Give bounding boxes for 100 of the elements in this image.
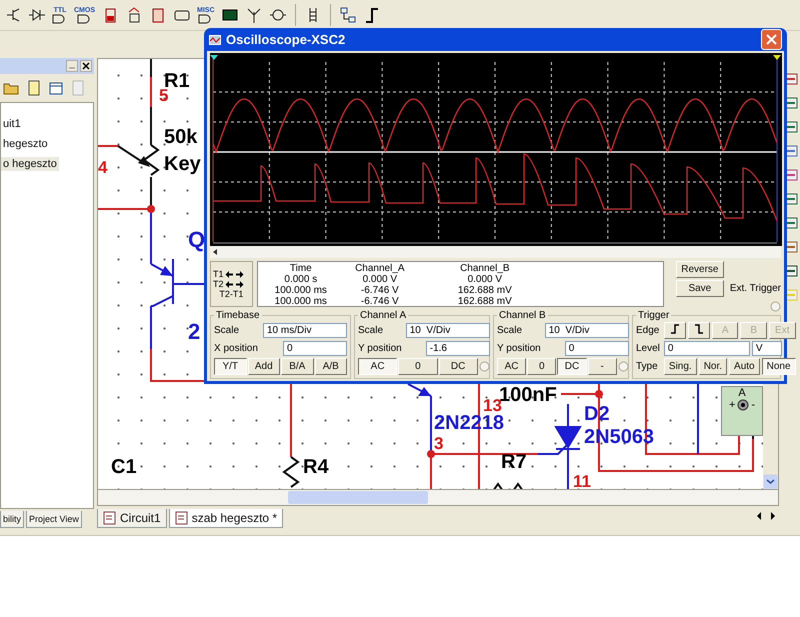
coupling-button[interactable]: AC xyxy=(358,358,398,374)
scale-field[interactable]: 10 ms/Div xyxy=(263,322,347,338)
table-cell-text: 162.688 mV xyxy=(456,296,513,307)
panel-tab[interactable]: bility xyxy=(0,511,24,528)
falling-edge-icon xyxy=(692,322,705,334)
component-label: R7 xyxy=(501,452,527,472)
coupling-button[interactable]: 0 xyxy=(398,358,438,374)
column-header: Channel_B xyxy=(459,263,511,274)
type-button[interactable]: None xyxy=(762,358,796,374)
cursor-marker-icon[interactable] xyxy=(773,55,781,60)
component-label: 5 xyxy=(159,87,168,104)
component-label: 13 xyxy=(483,397,502,414)
component-label: Key xyxy=(164,154,201,174)
reverse-button[interactable]: Reverse xyxy=(676,261,724,278)
component-label: Q xyxy=(188,229,206,251)
scrollbar[interactable] xyxy=(210,246,781,258)
junction-dot xyxy=(147,205,155,213)
type-button[interactable]: Sing. xyxy=(664,358,697,374)
antenna-icon[interactable] xyxy=(244,6,262,24)
transistor-icon[interactable] xyxy=(4,6,22,24)
diode-symbol xyxy=(554,426,582,450)
table-cell-text: 100.000 ms xyxy=(274,285,328,296)
folder-icon[interactable] xyxy=(3,81,19,95)
coupling-button[interactable]: AC xyxy=(497,358,526,374)
component-label: 11 xyxy=(573,473,591,489)
type-button[interactable]: Auto xyxy=(729,358,760,374)
wire xyxy=(98,145,118,147)
coupling-button[interactable]: DC xyxy=(557,358,587,374)
table-cell-text: 0.000 V xyxy=(362,274,398,285)
position-field[interactable]: 0 xyxy=(283,340,347,356)
coupling-button[interactable]: - xyxy=(588,358,617,374)
group-label: Channel B xyxy=(498,310,547,321)
coupling-button[interactable]: DC xyxy=(438,358,478,374)
wire xyxy=(567,404,569,427)
panel-tab[interactable]: Project View xyxy=(26,511,82,528)
scrollbar[interactable] xyxy=(97,490,779,506)
document-tab[interactable]: szab hegeszto * xyxy=(168,509,284,528)
component-label: 3 xyxy=(434,435,444,452)
document-icon[interactable] xyxy=(27,80,41,96)
radio-button[interactable] xyxy=(478,360,490,372)
resistor-symbol xyxy=(282,456,300,488)
scale-field[interactable]: 10 V/Div xyxy=(544,322,629,338)
position-field[interactable]: 0 xyxy=(564,340,629,356)
field-label: Y position xyxy=(497,342,541,354)
component-label: R4 xyxy=(303,457,329,477)
tree-item[interactable]: o hegeszto xyxy=(1,157,59,171)
group-label: Timebase xyxy=(215,310,261,321)
table-cell-text: 162.688 mV xyxy=(456,285,513,296)
network-icon[interactable] xyxy=(338,6,356,24)
table-cell-text: 100.000 ms xyxy=(274,296,328,307)
mode-button[interactable]: Y/T xyxy=(214,358,246,374)
table-cell-text: -6.746 V xyxy=(360,285,400,296)
cursor-label: T1 xyxy=(213,269,224,279)
oscilloscope-icon xyxy=(209,34,221,44)
radio-button[interactable] xyxy=(770,301,781,312)
document-tab[interactable]: Circuit1 xyxy=(97,509,167,528)
mode-button[interactable]: B/A xyxy=(281,358,314,374)
edge-button[interactable] xyxy=(664,322,686,338)
component-label: 2 xyxy=(188,321,200,343)
save-button[interactable]: Save xyxy=(676,280,724,297)
window-title: Oscilloscope-XSC2 xyxy=(226,32,346,47)
coupling-button[interactable]: 0 xyxy=(527,358,556,374)
logic-gate-icon xyxy=(76,14,92,24)
component-label: 50k xyxy=(164,127,198,147)
table-cell-text: -6.746 V xyxy=(360,296,400,307)
component-label: 4 xyxy=(98,159,108,176)
diode-icon[interactable] xyxy=(28,6,46,24)
radio-button[interactable] xyxy=(618,360,629,372)
close-icon xyxy=(766,34,777,45)
potentiometer-symbol xyxy=(117,144,160,176)
rising-edge-icon xyxy=(668,322,681,334)
transistor-symbol xyxy=(408,383,432,397)
field-label: Type xyxy=(636,360,659,372)
mode-button[interactable]: Add xyxy=(248,358,280,374)
field-label: Y position xyxy=(358,342,402,354)
mode-button[interactable]: A/B xyxy=(314,358,347,374)
field-label: Scale xyxy=(497,324,524,336)
terminal-icon xyxy=(737,399,750,411)
tree-item[interactable]: uit1 xyxy=(1,117,23,131)
window-icon[interactable] xyxy=(49,81,63,95)
column-header: Time xyxy=(288,263,313,274)
field-label: X position xyxy=(214,342,258,354)
table-cell-text: 0.000 s xyxy=(283,274,318,285)
meter-label: A xyxy=(738,387,746,399)
table-cell-text: 0.000 V xyxy=(466,274,504,285)
position-field[interactable]: -1.6 xyxy=(426,340,490,356)
close-icon[interactable] xyxy=(80,60,92,72)
type-button[interactable]: Nor. xyxy=(698,358,728,374)
unit-field[interactable]: V xyxy=(752,340,782,356)
level-field[interactable]: 0 xyxy=(664,340,750,356)
document-icon xyxy=(174,511,189,525)
edge-button[interactable] xyxy=(688,322,710,338)
junction-dot xyxy=(595,390,603,398)
group-label: Trigger xyxy=(637,310,670,321)
scale-field[interactable]: 10 V/Div xyxy=(406,322,490,338)
close-button[interactable] xyxy=(761,29,782,50)
tree-item[interactable]: hegeszto xyxy=(1,137,50,151)
column-header: Channel_A xyxy=(354,263,406,274)
plus-label: + xyxy=(728,399,736,411)
component-label: C1 xyxy=(111,457,137,477)
